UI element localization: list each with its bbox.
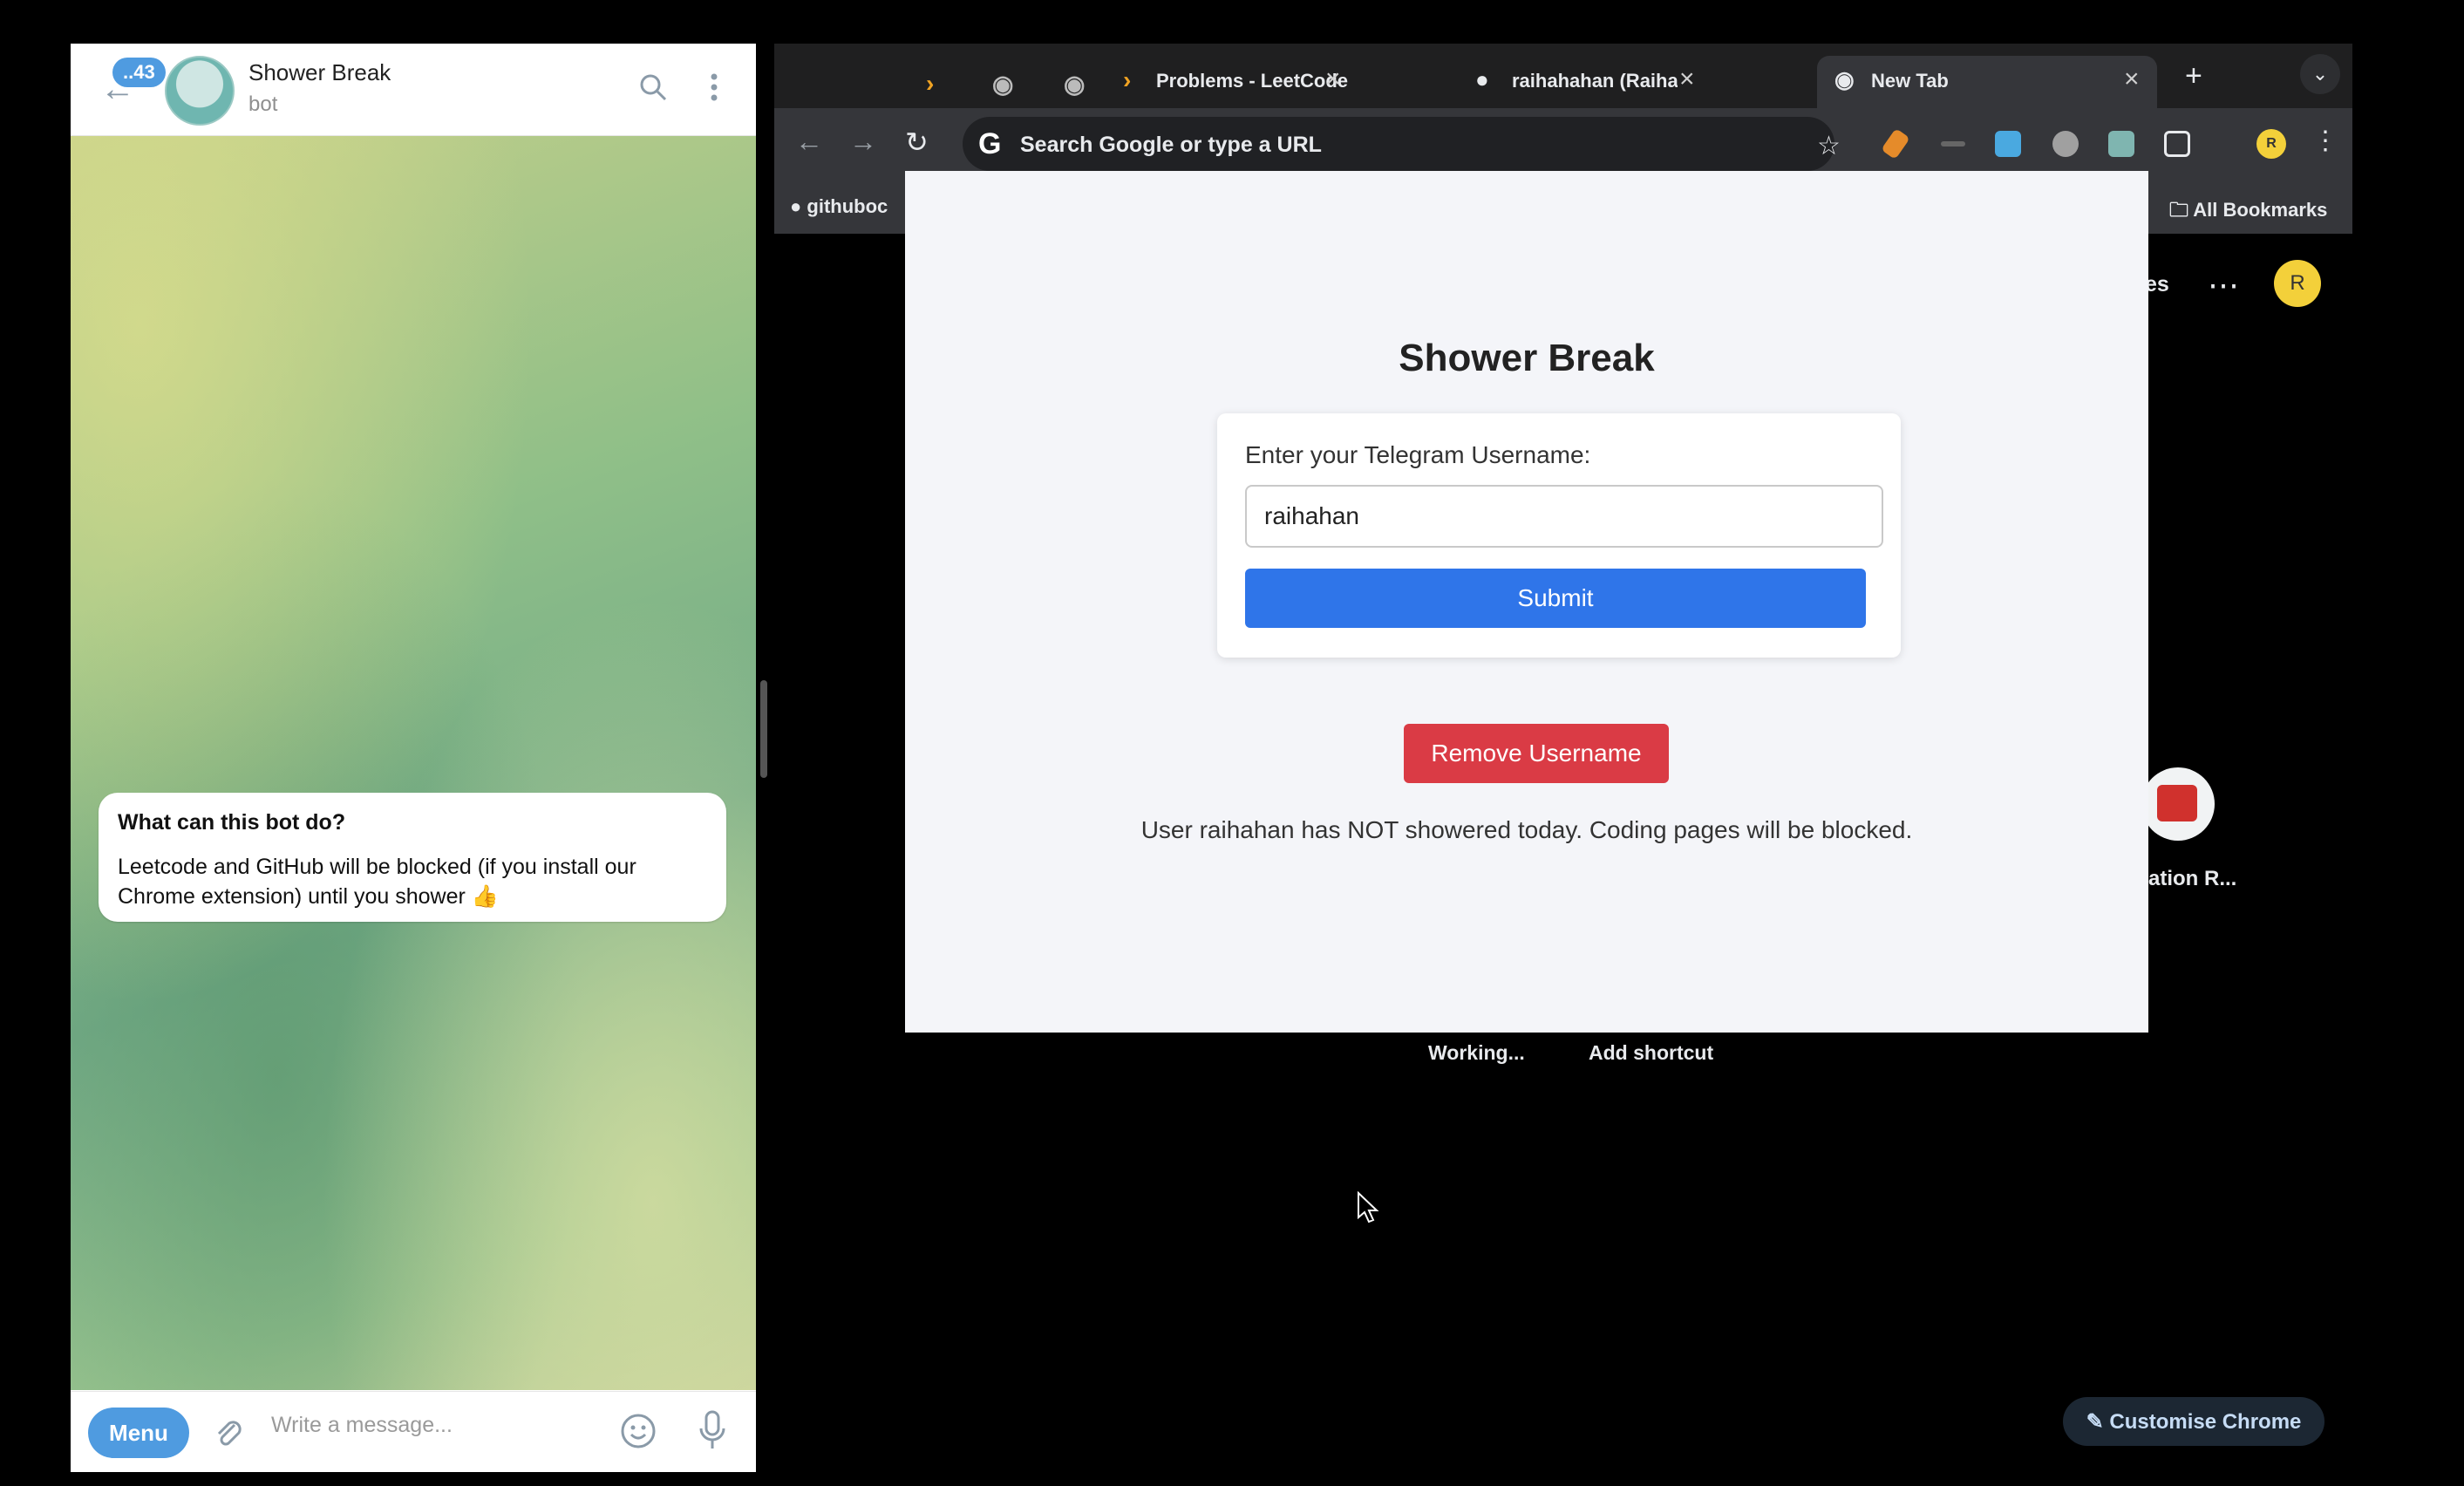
tab-leetcode[interactable]: › Problems - LeetCode × [1123,56,1350,108]
username-card: Enter your Telegram Username: Submit [1217,413,1901,658]
mouse-cursor-icon [1357,1190,1379,1229]
emoji-icon[interactable] [620,1413,657,1454]
message-composer: Menu Write a message... [71,1391,756,1472]
ntp-profile-avatar[interactable]: R [2274,260,2321,307]
more-vertical-icon[interactable] [709,72,719,107]
attach-icon[interactable] [210,1414,245,1454]
chat-title[interactable]: Shower Break [248,59,391,86]
message-input[interactable]: Write a message... [271,1413,453,1438]
tab-pinned-globe-1[interactable]: ◉ [984,56,1027,108]
extensions-puzzle-icon[interactable] [2164,131,2190,157]
leetcode-icon: › [926,70,935,97]
omnibox[interactable]: G Search Google or type a URL ☆ [963,117,1841,171]
tab-pinned-leetcode[interactable]: › [914,56,957,108]
customise-chrome-button[interactable]: ✎ Customise Chrome [2063,1397,2324,1446]
bubble-title: What can this bot do? [118,810,346,835]
extension-eye-icon[interactable] [2052,131,2079,157]
profile-avatar[interactable]: R [2256,129,2286,159]
forward-icon[interactable]: → [849,126,877,158]
bookmark-star-icon[interactable]: ☆ [1817,131,1841,161]
unread-badge: ..43 [112,58,166,87]
all-bookmarks-button[interactable]: 🗀 All Bookmarks [2169,195,2327,228]
submit-button[interactable]: Submit [1245,569,1866,628]
microphone-icon[interactable] [697,1409,728,1457]
username-label: Enter your Telegram Username: [1245,441,1591,468]
close-icon[interactable]: × [1325,65,1341,94]
shortcut-label[interactable]: ation R... [2148,867,2236,891]
close-icon[interactable]: × [1679,65,1695,94]
tab-title: raihahahan (Raihan Rizqulla [1512,70,1678,92]
tab-github[interactable]: ● raihahahan (Raihan Rizqulla × [1475,56,1702,108]
google-g-icon: G [978,127,1002,160]
telegram-window: ← ..43 Shower Break bot What can this bo… [71,44,756,1472]
username-input[interactable] [1245,485,1883,548]
tab-new-tab[interactable]: ◉ New Tab × [1817,56,2157,108]
bot-info-bubble: What can this bot do? Leetcode and GitHu… [99,793,726,922]
back-icon[interactable]: ← [795,126,823,158]
tab-search-chevron-icon[interactable]: ⌄ [2300,54,2340,94]
shortcut-working[interactable]: Working... [1428,1041,1525,1065]
chat-header: ← ..43 Shower Break bot [71,44,756,136]
shortcut-favicon-icon [2157,785,2197,821]
chrome-toolbar: ← → ↻ G Search Google or type a URL ☆ R … [774,108,2352,180]
extension-pencil-icon[interactable] [1881,127,1910,160]
chrome-menu-icon[interactable]: ⋮ [2312,126,2338,156]
globe-icon: ◉ [992,71,1014,98]
chat-subtitle: bot [248,92,278,116]
reload-icon[interactable]: ↻ [905,126,929,159]
extension-shower-break-icon[interactable] [2108,131,2134,157]
bookmark-github[interactable]: ● githuboc [790,195,888,218]
all-bookmarks-label: All Bookmarks [2193,199,2328,221]
extension-blue-icon[interactable] [1995,131,2021,157]
search-icon[interactable] [637,72,669,107]
ntp-link-partial[interactable]: es [2145,272,2169,297]
globe-icon: ◉ [1064,71,1086,98]
tab-strip: › ◉ ◉ › Problems - LeetCode × ● raihahah… [774,44,2352,108]
add-shortcut[interactable]: Add shortcut [1589,1041,1713,1065]
extension-popup: Shower Break Enter your Telegram Usernam… [905,171,2148,1033]
chrome-icon: ◉ [1834,66,1855,92]
status-message: User raihahan has NOT showered today. Co… [1140,816,1913,843]
bubble-text: Leetcode and GitHub will be blocked (if … [118,855,636,909]
leetcode-icon: › [1123,66,1132,93]
tab-pinned-globe-2[interactable]: ◉ [1055,56,1099,108]
tab-title: New Tab [1871,70,1949,92]
extension-cross-icon[interactable] [1941,141,1965,147]
omnibox-text[interactable]: Search Google or type a URL [1020,133,1322,158]
customise-label: Customise Chrome [2109,1409,2302,1434]
new-tab-plus-icon[interactable]: + [2185,59,2202,93]
window-resize-handle[interactable] [760,680,767,778]
remove-username-button[interactable]: Remove Username [1404,724,1669,783]
tab-title: Problems - LeetCode [1156,70,1349,92]
google-apps-icon[interactable]: ⋯ [2208,267,2239,303]
chat-area: What can this bot do? Leetcode and GitHu… [71,136,756,1390]
popup-title: Shower Break [1399,337,1655,379]
bookmark-label: githuboc [807,195,888,217]
menu-button[interactable]: Menu [88,1408,189,1458]
github-icon: ● [1475,66,1489,92]
bot-avatar[interactable] [165,56,235,126]
close-icon[interactable]: × [2124,65,2140,94]
